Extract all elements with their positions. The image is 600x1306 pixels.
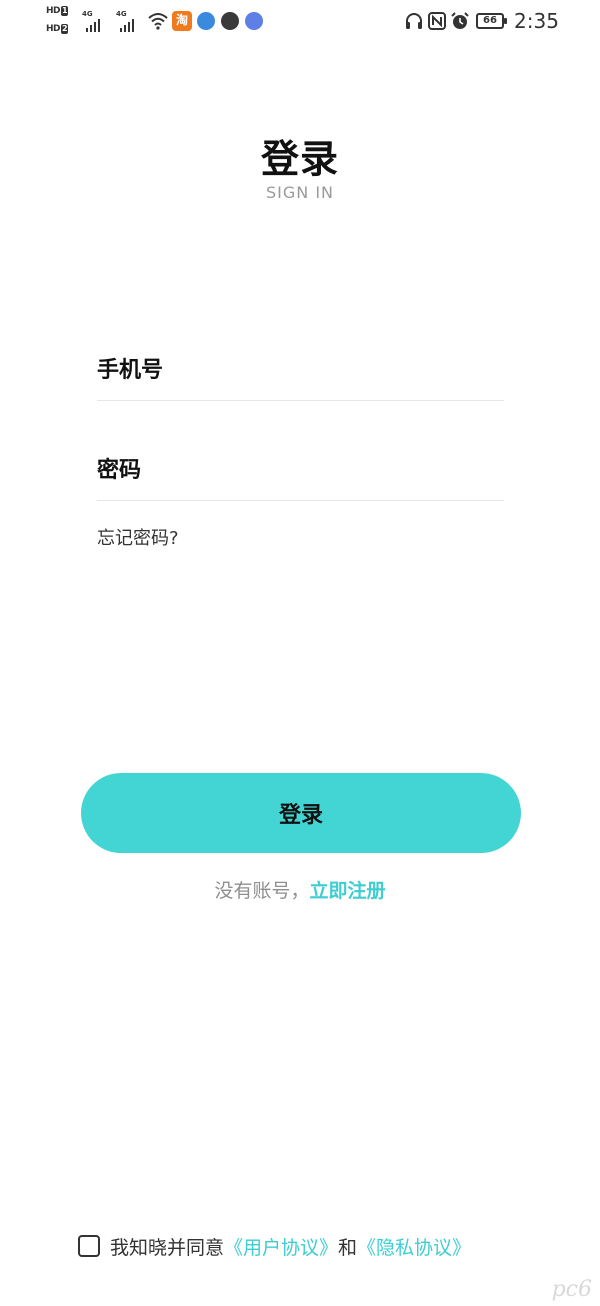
page-subtitle: SIGN IN xyxy=(265,183,334,202)
network1-label: 4G xyxy=(82,10,93,18)
taobao-glyph: 淘 xyxy=(175,13,188,27)
no-account-text: 没有账号， xyxy=(214,880,310,902)
agreement-row: 我知晓并同意 《用户协议》 和 《隐私协议》 xyxy=(78,1230,471,1262)
password-field[interactable] xyxy=(97,440,504,501)
signal-2-icon: 4G xyxy=(116,10,142,32)
music-app-icon xyxy=(245,12,263,30)
battery-icon: 66 xyxy=(476,13,507,29)
sim1-indicator: HD 1 xyxy=(46,6,69,19)
phone-field[interactable] xyxy=(97,340,504,401)
headphones-icon xyxy=(406,13,422,29)
status-bar: HD 1 HD 2 4G 4G 淘 66 2:35 xyxy=(0,0,600,46)
forgot-password-link[interactable]: 忘记密码? xyxy=(97,524,179,550)
user-agreement-link[interactable]: 《用户协议》 xyxy=(224,1233,338,1260)
watermark-logo: pc6 xyxy=(551,1277,592,1302)
navigation-app-icon xyxy=(221,12,239,30)
privacy-agreement-link[interactable]: 《隐私协议》 xyxy=(357,1233,471,1260)
alarm-icon xyxy=(451,12,469,29)
signal-1-icon: 4G xyxy=(82,10,108,32)
battery-level: 66 xyxy=(483,15,497,26)
wifi-icon xyxy=(148,13,168,30)
sim1-label: HD xyxy=(46,6,61,16)
phone-input[interactable] xyxy=(97,340,504,400)
browser-app-icon xyxy=(197,12,215,30)
sim2-label: HD xyxy=(46,24,61,34)
agreement-conjunction: 和 xyxy=(338,1236,358,1259)
network2-label: 4G xyxy=(116,10,127,18)
sim2-indicator: HD 2 xyxy=(46,24,69,37)
login-button[interactable]: 登录 xyxy=(81,773,521,853)
register-prompt: 没有账号，立即注册 xyxy=(0,876,600,903)
sim1-index: 1 xyxy=(61,6,69,16)
sim-indicators: HD 1 HD 2 xyxy=(46,6,76,40)
status-time: 2:35 xyxy=(514,9,559,33)
taobao-app-icon: 淘 xyxy=(172,11,192,31)
register-link[interactable]: 立即注册 xyxy=(310,880,386,902)
nfc-icon xyxy=(428,12,446,30)
password-input[interactable] xyxy=(97,440,504,500)
sim2-index: 2 xyxy=(61,24,69,34)
agreement-checkbox[interactable] xyxy=(78,1235,100,1257)
page-title: 登录 xyxy=(260,137,339,181)
agreement-prefix: 我知晓并同意 xyxy=(110,1236,225,1259)
